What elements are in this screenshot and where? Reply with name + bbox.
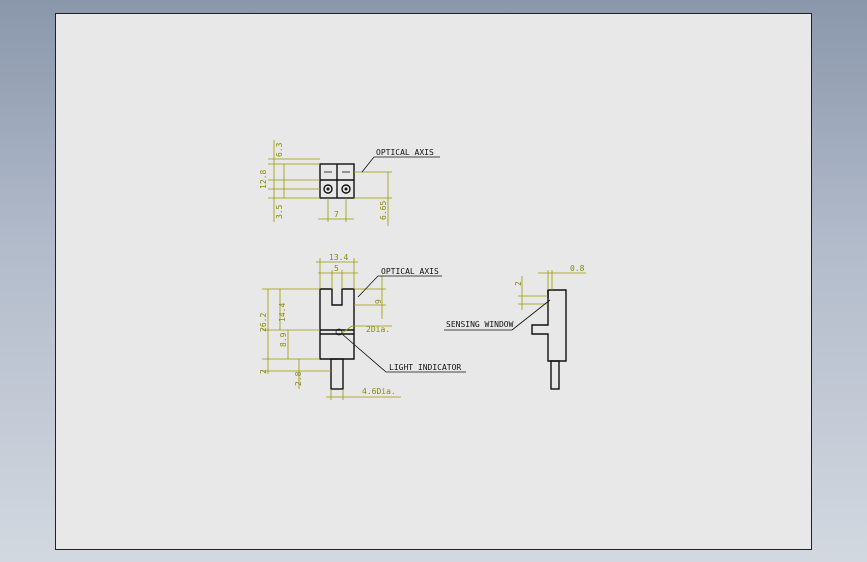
front-view-indicator-leader — [341, 333, 387, 373]
front-view-note-optical-axis: OPTICAL AXIS — [381, 267, 439, 276]
top-view-dim-6-3: 6.3 — [275, 142, 284, 157]
front-view-dim-4-6dia: 4.6Dia. — [362, 387, 396, 396]
top-view-hole-left-center — [326, 187, 330, 191]
top-view-dim-12-8: 12.8 — [259, 170, 268, 189]
side-view-dim-2: 2 — [514, 281, 523, 286]
front-view-dim-2dia: 2Dia. — [366, 325, 390, 334]
top-view-hole-right-center — [344, 187, 348, 191]
drawing-sheet: 6.3 12.8 3.5 7 6.65 OPTICAL AXIS 13.4 5 … — [55, 13, 812, 550]
side-view-dim-0-8: 0.8 — [570, 264, 585, 273]
front-view: 13.4 5 9 26.2 14.4 8.9 2 2.8 2Dia. 4.6Di… — [259, 253, 466, 400]
side-view-note-sensing-window: SENSING WINDOW — [446, 320, 514, 329]
top-view-note-optical-axis: OPTICAL AXIS — [376, 148, 434, 157]
front-view-dim-2: 2 — [259, 369, 268, 374]
top-view-dim-7: 7 — [334, 210, 339, 219]
front-view-dim-14-4: 14.4 — [278, 303, 287, 322]
front-view-dim-13-4: 13.4 — [329, 253, 348, 262]
side-view-cable — [550, 360, 560, 390]
front-view-note-light-indicator: LIGHT INDICATOR — [389, 363, 461, 372]
front-view-dim-2-8: 2.8 — [294, 371, 303, 386]
top-view-dim-6-65: 6.65 — [379, 201, 388, 220]
front-view-body — [319, 288, 355, 360]
top-view-dim-3-5: 3.5 — [275, 204, 284, 219]
top-view: 6.3 12.8 3.5 7 6.65 OPTICAL AXIS — [259, 140, 440, 226]
top-view-note-leader — [361, 156, 375, 173]
front-view-dim-5: 5 — [334, 264, 339, 273]
front-view-dim-26-2: 26.2 — [259, 313, 268, 332]
front-view-dim-8-9: 8.9 — [279, 332, 288, 347]
front-view-cable — [330, 358, 344, 390]
front-view-note-leader — [357, 275, 379, 298]
front-view-dim-9: 9 — [374, 299, 383, 304]
side-view: 0.8 2 SENSING WINDOW — [444, 264, 586, 390]
technical-drawing: 6.3 12.8 3.5 7 6.65 OPTICAL AXIS 13.4 5 … — [259, 140, 586, 400]
